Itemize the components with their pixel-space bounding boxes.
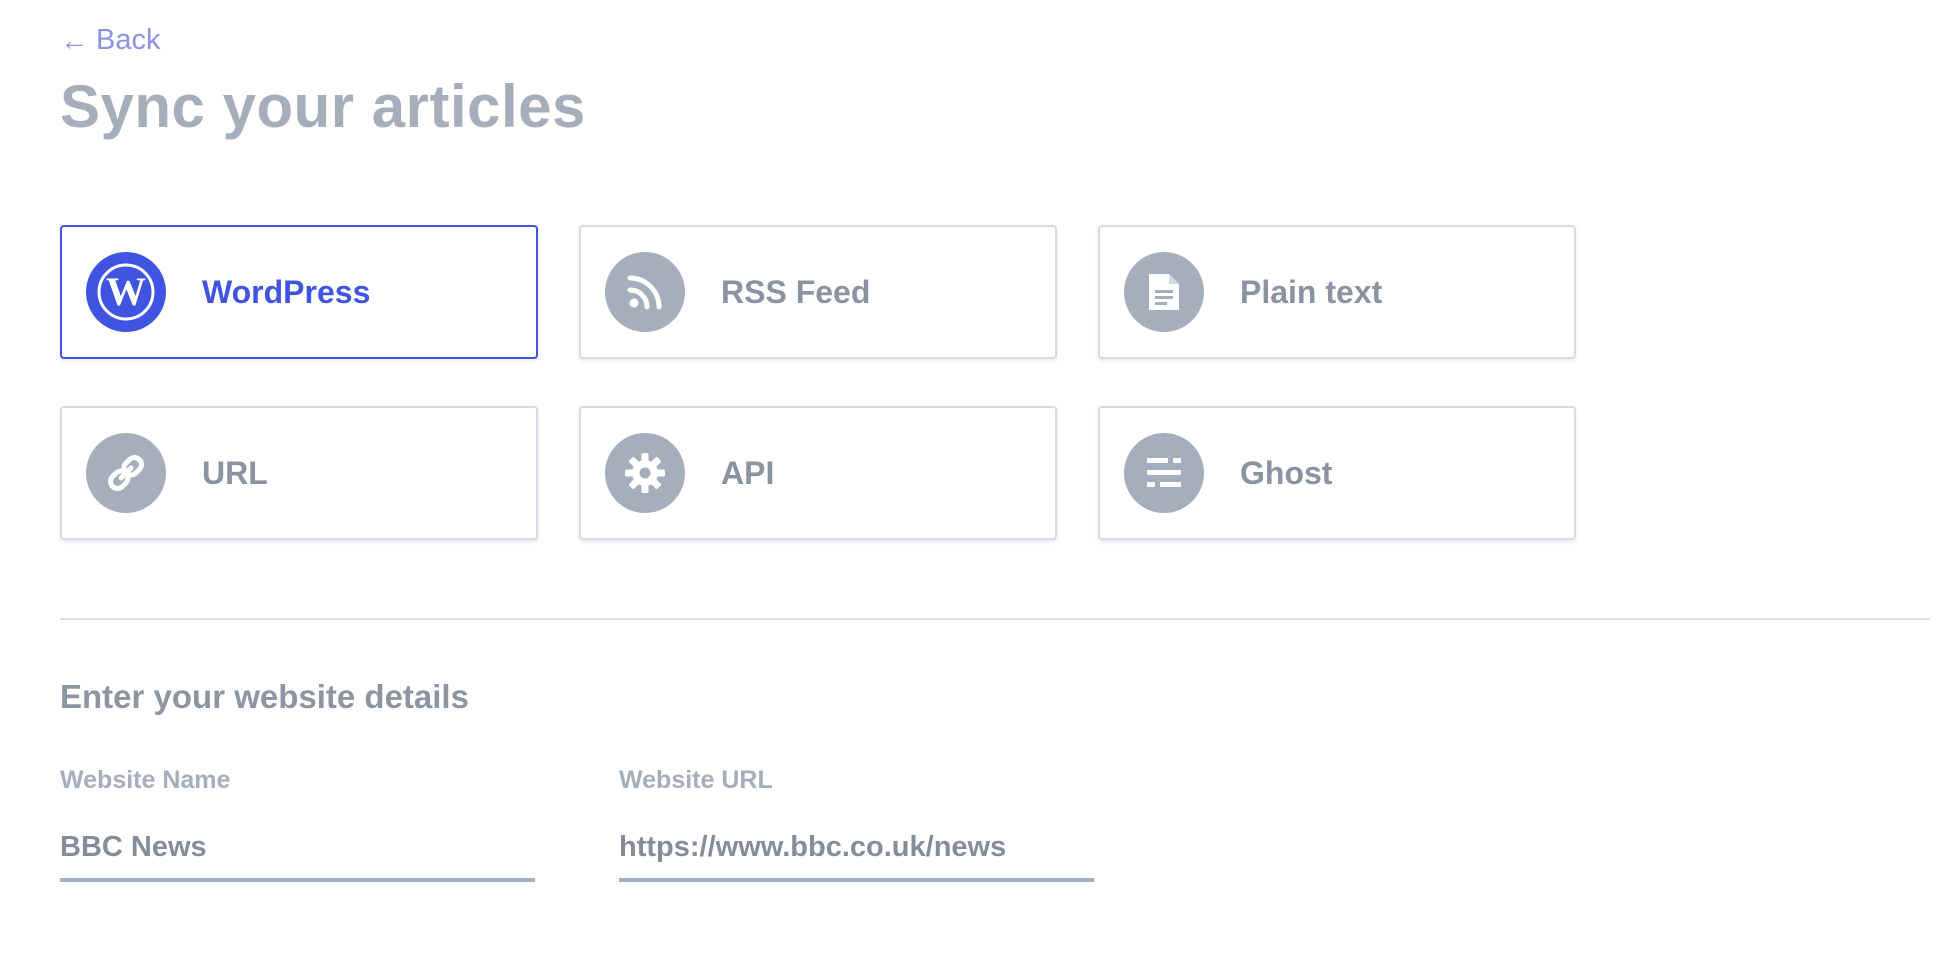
sync-articles-page: ← Back Sync your articles W WordPress RS… <box>0 0 1950 974</box>
page-title: Sync your articles <box>60 73 586 140</box>
document-icon <box>1124 252 1204 332</box>
source-option-url[interactable]: URL <box>60 406 538 540</box>
source-option-ghost[interactable]: Ghost <box>1098 406 1576 540</box>
ghost-icon <box>1124 433 1204 513</box>
website-name-input[interactable] <box>60 823 535 882</box>
section-divider <box>60 618 1930 620</box>
source-label-wordpress: WordPress <box>202 273 371 310</box>
source-option-rss-feed[interactable]: RSS Feed <box>579 225 1057 359</box>
source-option-wordpress[interactable]: W WordPress <box>60 225 538 359</box>
back-label: Back <box>96 24 161 56</box>
gear-icon <box>605 433 685 513</box>
source-options: W WordPress RSS Feed Plain text URL API … <box>60 225 1576 540</box>
source-label-api: API <box>721 454 775 491</box>
website-name-label: Website Name <box>60 766 231 794</box>
arrow-left-icon: ← <box>60 24 88 56</box>
website-name-field: Website Name <box>60 766 535 882</box>
website-url-input[interactable] <box>619 823 1094 882</box>
source-label-rss-feed: RSS Feed <box>721 273 871 310</box>
source-label-plain-text: Plain text <box>1240 273 1383 310</box>
source-label-ghost: Ghost <box>1240 454 1333 491</box>
wordpress-icon: W <box>86 252 166 332</box>
back-link[interactable]: ← Back <box>60 24 160 57</box>
source-label-url: URL <box>202 454 268 491</box>
source-option-plain-text[interactable]: Plain text <box>1098 225 1576 359</box>
website-url-field: Website URL <box>619 766 1094 882</box>
source-option-api[interactable]: API <box>579 406 1057 540</box>
rss-icon <box>605 252 685 332</box>
svg-text:W: W <box>106 269 146 314</box>
website-url-label: Website URL <box>619 766 773 794</box>
website-details-heading: Enter your website details <box>60 678 469 715</box>
link-icon <box>86 433 166 513</box>
